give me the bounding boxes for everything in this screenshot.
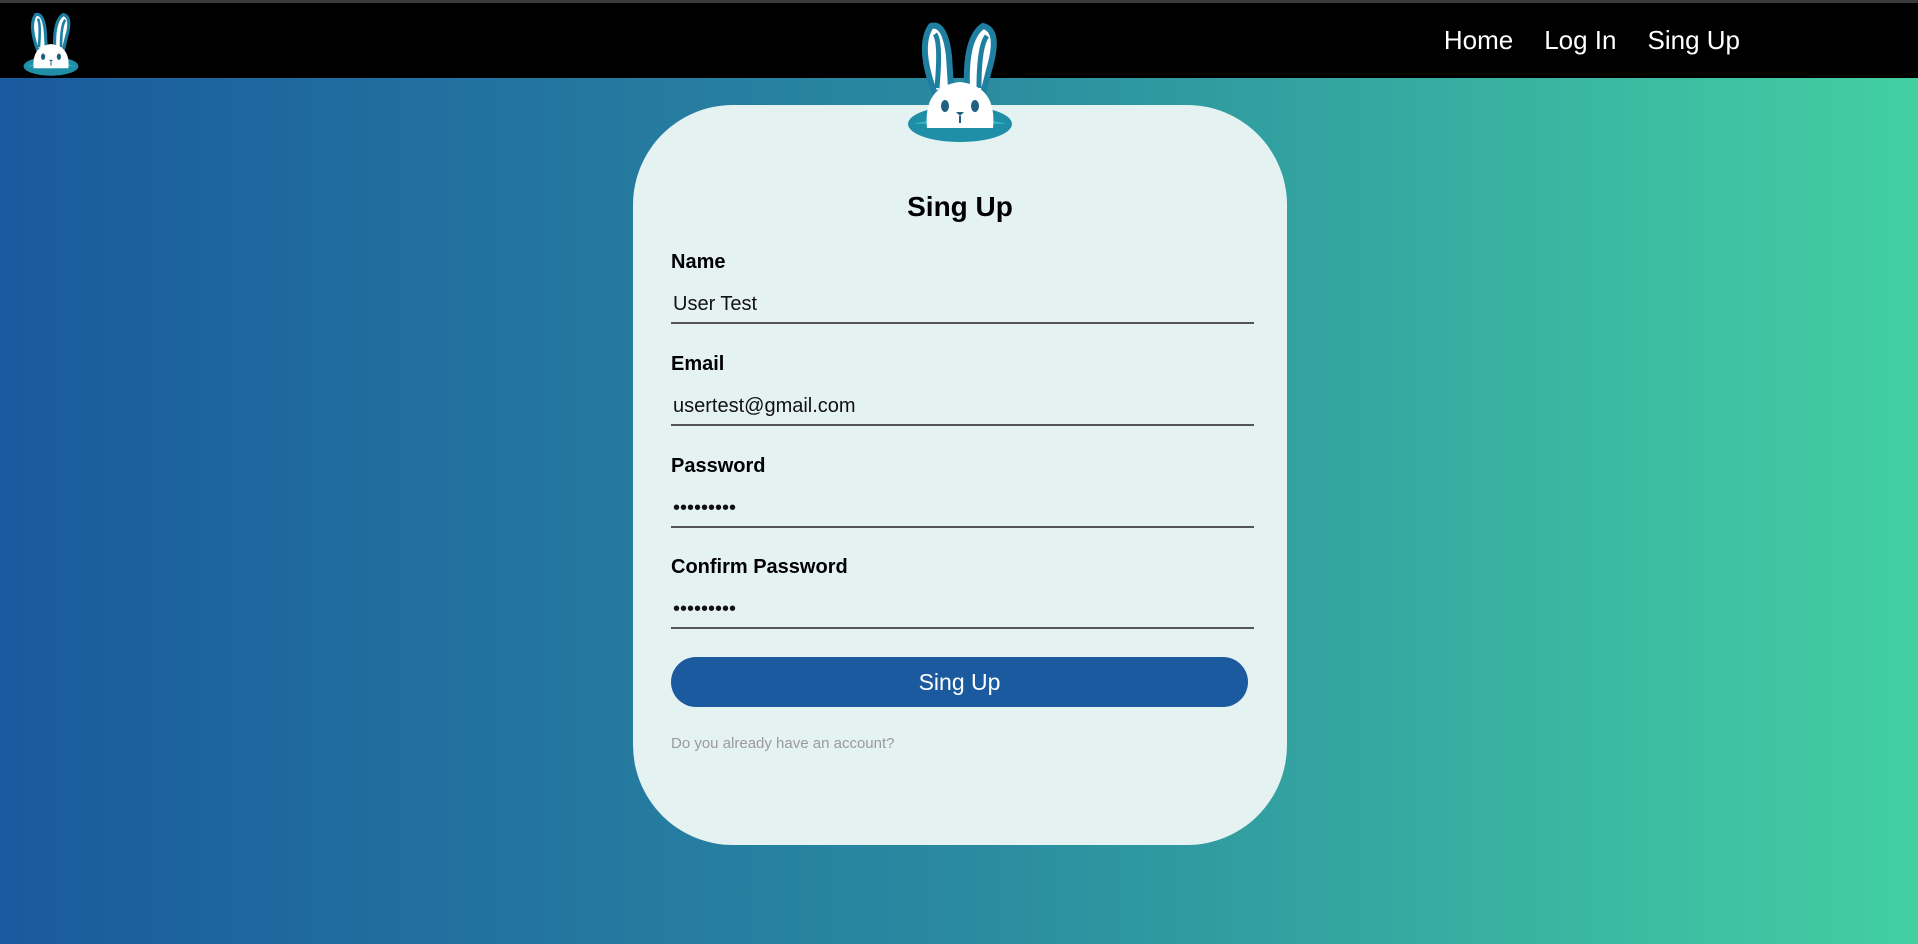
confirm-password-field-group: Confirm Password: [671, 555, 1254, 629]
name-input[interactable]: [671, 286, 1254, 324]
name-field-group: Name: [671, 250, 1254, 324]
name-label: Name: [671, 251, 726, 273]
signup-submit-button[interactable]: Sing Up: [671, 657, 1248, 707]
password-input[interactable]: [671, 490, 1254, 528]
nav-login-link[interactable]: Log In: [1544, 25, 1616, 56]
email-label: Email: [671, 353, 725, 375]
confirm-password-label: Confirm Password: [671, 556, 848, 578]
confirm-password-input[interactable]: [671, 591, 1254, 629]
password-label: Password: [671, 455, 766, 477]
email-field-group: Email: [671, 352, 1254, 426]
login-redirect-link[interactable]: Do you already have an account?: [671, 735, 894, 752]
form-title: Sing Up: [907, 191, 1013, 222]
bunny-icon[interactable]: [22, 9, 80, 77]
password-field-group: Password: [671, 454, 1254, 528]
bunny-icon: [908, 22, 1012, 142]
signup-card: Sing Up Name Email Password Confirm Pass…: [633, 105, 1287, 845]
email-input[interactable]: [671, 388, 1254, 426]
nav-links: Home Log In Sing Up: [1444, 3, 1740, 78]
nav-signup-link[interactable]: Sing Up: [1648, 25, 1741, 56]
nav-home-link[interactable]: Home: [1444, 25, 1513, 56]
